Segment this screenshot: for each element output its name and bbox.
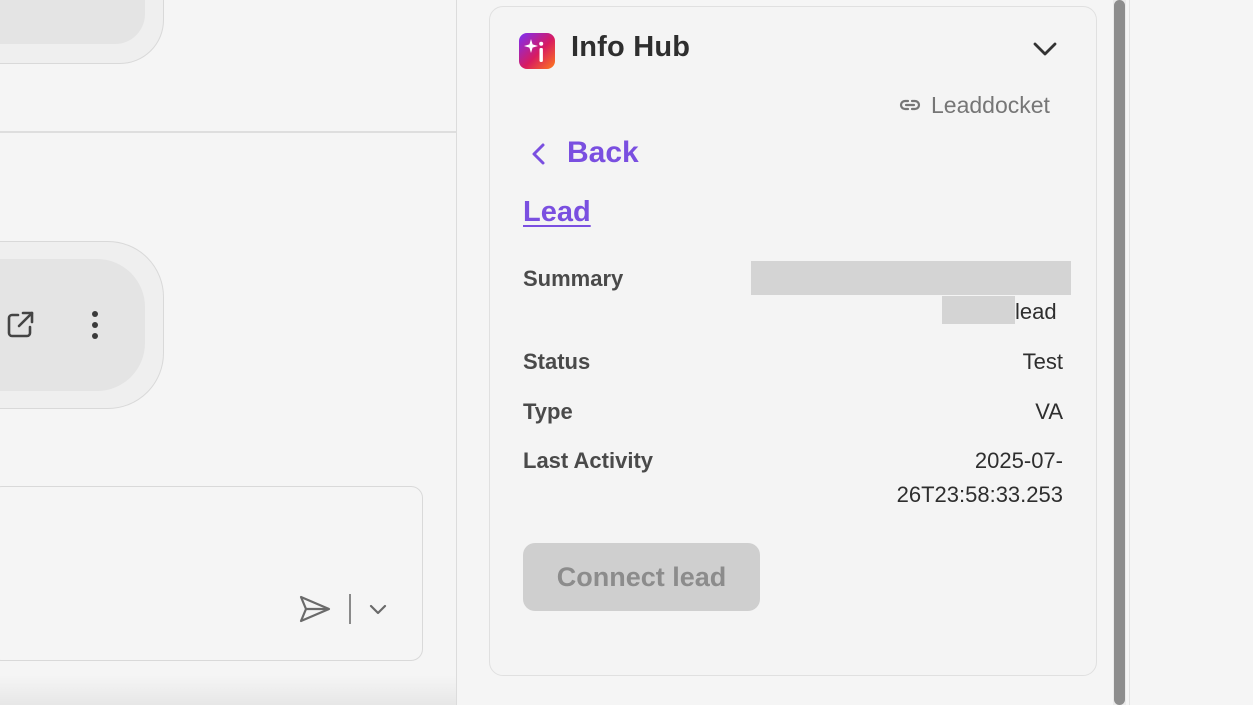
conversation-pane xyxy=(0,0,457,705)
lead-title-link[interactable]: Lead xyxy=(523,196,591,229)
link-icon[interactable] xyxy=(898,94,922,116)
summary-label: Summary xyxy=(523,266,624,291)
last-activity-value-line2: 26T23:58:33.253 xyxy=(896,482,1063,507)
summary-value: lead xyxy=(1015,299,1057,324)
header-pill[interactable] xyxy=(0,0,145,44)
message-composer[interactable] xyxy=(0,486,423,661)
status-label: Status xyxy=(523,349,591,374)
connect-lead-button[interactable]: Connect lead xyxy=(523,543,760,611)
chevron-left-icon[interactable] xyxy=(528,140,550,168)
info-hub-title: Info Hub xyxy=(571,31,691,63)
open-external-icon[interactable] xyxy=(4,309,36,341)
back-button[interactable]: Back xyxy=(567,136,639,170)
summary-redacted-block xyxy=(751,261,1071,295)
info-hub-logo-icon xyxy=(519,33,555,69)
type-value: VA xyxy=(1035,399,1063,424)
last-activity-label: Last Activity xyxy=(523,448,654,473)
source-link-leaddocket[interactable]: Leaddocket xyxy=(931,92,1050,119)
chevron-down-icon[interactable] xyxy=(368,600,388,618)
send-icon[interactable] xyxy=(298,593,332,625)
send-divider xyxy=(349,594,351,624)
status-value: Test xyxy=(1022,349,1063,374)
pane-divider xyxy=(0,131,456,133)
collapse-chevron-icon[interactable] xyxy=(1030,38,1060,60)
bottom-shadow xyxy=(0,675,456,705)
summary-redacted-block xyxy=(942,296,1015,324)
last-activity-value-line1: 2025-07- xyxy=(974,448,1063,473)
scrollbar-thumb[interactable] xyxy=(1114,0,1125,705)
type-label: Type xyxy=(523,399,573,424)
right-gutter xyxy=(1129,0,1253,705)
more-vertical-icon[interactable] xyxy=(80,309,110,341)
